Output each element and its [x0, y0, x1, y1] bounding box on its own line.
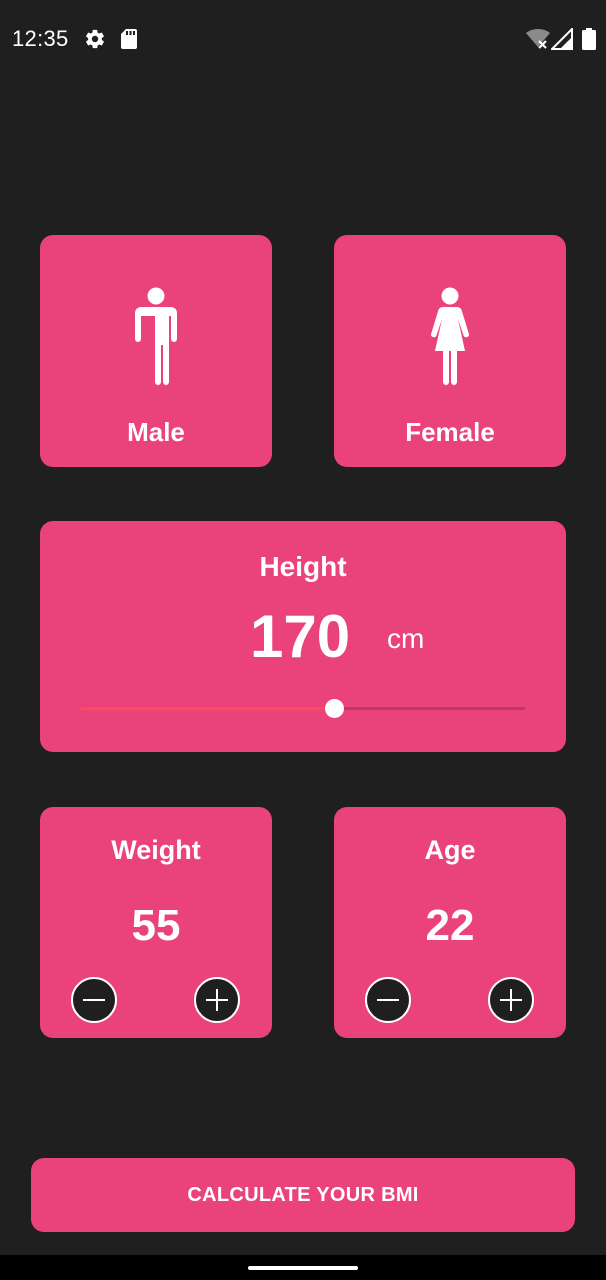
weight-decrement-button[interactable] [71, 977, 117, 1023]
calculate-bmi-button[interactable]: CALCULATE YOUR BMI [31, 1158, 575, 1232]
navigation-bar [0, 1255, 606, 1280]
male-label: Male [127, 417, 185, 447]
female-icon [431, 287, 469, 385]
weight-card: Weight 55 [40, 807, 272, 1038]
signal-icon [551, 28, 573, 50]
female-card[interactable]: Female [334, 235, 566, 467]
height-slider-thumb[interactable] [324, 699, 344, 718]
wifi-off-icon [526, 29, 550, 49]
age-decrement-button[interactable] [365, 977, 411, 1023]
height-unit: cm [387, 623, 425, 654]
minus-icon [83, 999, 105, 1001]
status-bar: 12:35 [0, 0, 606, 78]
height-title: Height [259, 551, 347, 582]
age-increment-button[interactable] [488, 977, 534, 1023]
status-time: 12:35 [12, 26, 69, 51]
weight-increment-button[interactable] [194, 977, 240, 1023]
home-gesture-handle[interactable] [248, 1266, 358, 1270]
minus-icon [377, 999, 399, 1001]
height-slider[interactable] [80, 699, 525, 718]
height-value: 170 [250, 603, 351, 670]
height-slider-fill [80, 707, 334, 710]
weight-title: Weight [111, 835, 201, 865]
age-card: Age 22 [334, 807, 566, 1038]
age-title: Age [424, 835, 476, 865]
female-label: Female [405, 417, 495, 447]
sd-card-icon [121, 29, 137, 49]
plus-icon [206, 989, 228, 1011]
weight-value: 55 [131, 901, 181, 950]
height-card: Height 170 cm [40, 521, 566, 752]
male-icon [135, 287, 177, 385]
age-value: 22 [425, 901, 475, 950]
battery-icon [582, 28, 596, 50]
male-card[interactable]: Male [40, 235, 272, 467]
plus-icon [500, 989, 522, 1011]
gear-icon [86, 29, 104, 49]
bmi-calculator-screen: 12:35 Male Female Height 170 cm Weight 5… [0, 0, 606, 1280]
